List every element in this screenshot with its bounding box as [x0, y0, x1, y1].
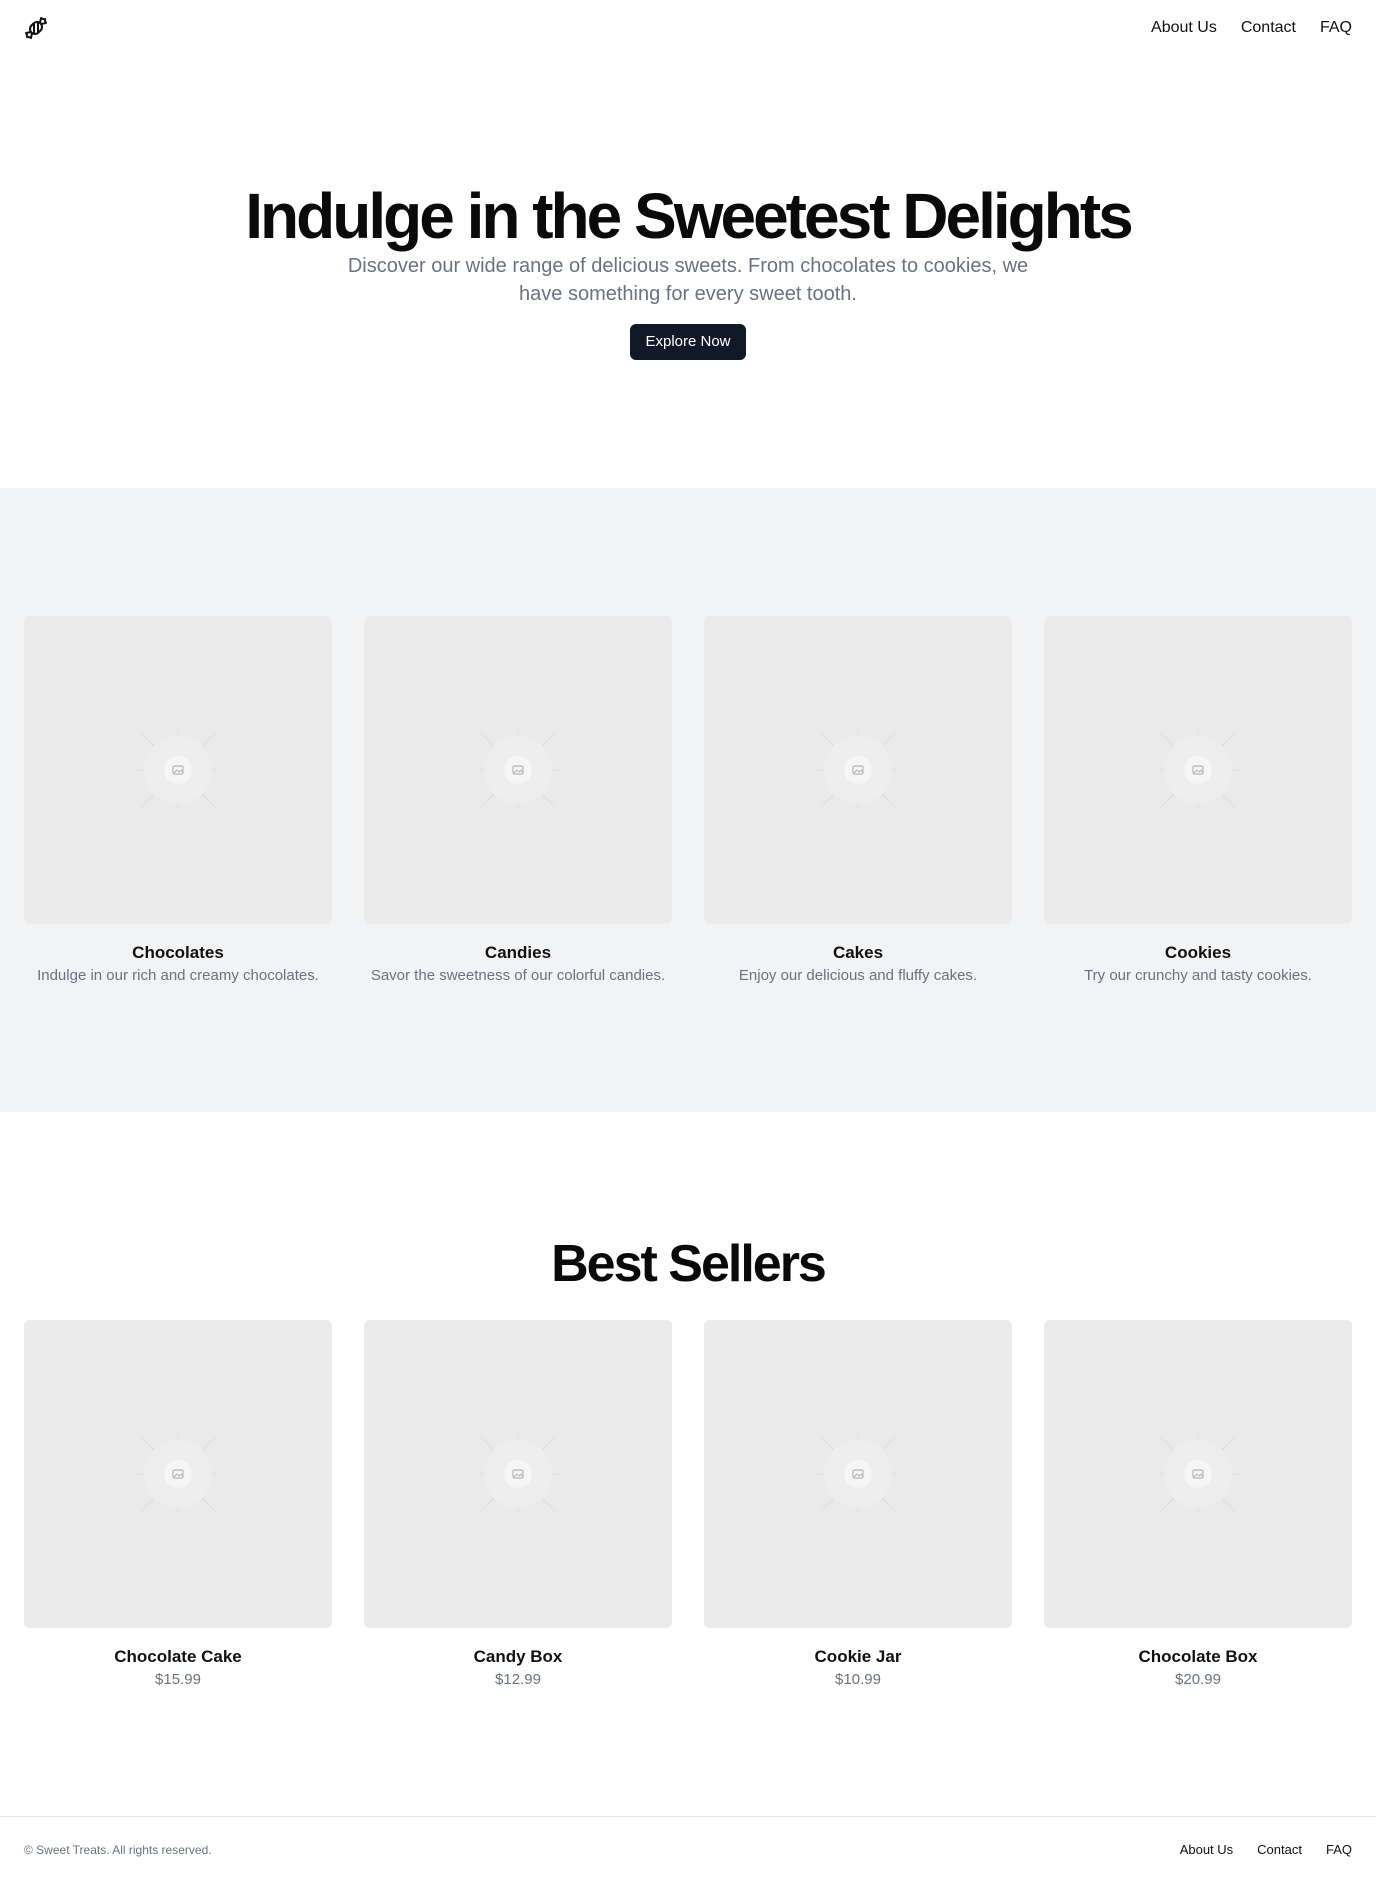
- product-name: Chocolate Box: [1138, 1647, 1258, 1666]
- nav-about-us[interactable]: About Us: [1151, 18, 1217, 38]
- category-description: Savor the sweetness of our colorful cand…: [370, 967, 666, 984]
- category-card-cakes[interactable]: Cakes Enjoy our delicious and fluffy cak…: [704, 616, 1012, 986]
- product-price: $20.99: [1175, 1671, 1221, 1688]
- image-placeholder: [364, 1320, 672, 1628]
- best-sellers-title: Best Sellers: [551, 1235, 827, 1293]
- category-card-candies[interactable]: Candies Savor the sweetness of our color…: [364, 616, 672, 986]
- product-name: Cookie Jar: [814, 1647, 902, 1666]
- site-header: About Us Contact FAQ: [0, 0, 1376, 56]
- category-card-cookies[interactable]: Cookies Try our crunchy and tasty cookie…: [1044, 616, 1352, 986]
- product-price: $15.99: [155, 1671, 201, 1688]
- image-placeholder: [704, 1320, 1012, 1628]
- image-placeholder: [364, 616, 672, 924]
- image-placeholder: [24, 616, 332, 924]
- product-card-cookie-jar[interactable]: Cookie Jar $10.99: [704, 1320, 1012, 1690]
- hero-title: Indulge in the Sweetest Delights: [245, 180, 1133, 252]
- categories-section: Chocolates Indulge in our rich and cream…: [0, 488, 1376, 1112]
- category-title: Candies: [484, 943, 552, 962]
- explore-now-button[interactable]: Explore Now: [630, 324, 746, 360]
- category-title: Chocolates: [132, 943, 224, 962]
- product-price: $10.99: [835, 1671, 881, 1688]
- category-description: Enjoy our delicious and fluffy cakes.: [738, 967, 978, 984]
- candy-logo-icon[interactable]: [24, 16, 48, 40]
- product-name: Candy Box: [473, 1647, 563, 1666]
- product-card-candy-box[interactable]: Candy Box $12.99: [364, 1320, 672, 1690]
- image-placeholder: [1044, 1320, 1352, 1628]
- main-nav: About Us Contact FAQ: [1151, 18, 1352, 38]
- nav-contact[interactable]: Contact: [1241, 18, 1296, 38]
- product-card-chocolate-cake[interactable]: Chocolate Cake $15.99: [24, 1320, 332, 1690]
- hero-subtitle: Discover our wide range of delicious swe…: [347, 255, 1029, 305]
- category-title: Cookies: [1164, 943, 1232, 962]
- category-title: Cakes: [832, 943, 884, 962]
- category-card-chocolates[interactable]: Chocolates Indulge in our rich and cream…: [24, 616, 332, 986]
- hero-section: Indulge in the Sweetest Delights Discove…: [0, 56, 1376, 488]
- category-description: Try our crunchy and tasty cookies.: [1084, 967, 1312, 984]
- product-name: Chocolate Cake: [114, 1647, 242, 1666]
- category-grid: Chocolates Indulge in our rich and cream…: [24, 616, 1352, 986]
- nav-faq[interactable]: FAQ: [1320, 18, 1352, 38]
- footer-nav-faq[interactable]: FAQ: [1326, 1841, 1352, 1859]
- copyright-text: © Sweet Treats. All rights reserved.: [24, 1843, 212, 1857]
- footer-nav: About Us Contact FAQ: [1180, 1841, 1352, 1859]
- footer-nav-about-us[interactable]: About Us: [1180, 1841, 1233, 1859]
- product-grid: Chocolate Cake $15.99 Candy Box $12.99 C…: [24, 1320, 1352, 1690]
- image-placeholder: [704, 616, 1012, 924]
- image-placeholder: [1044, 616, 1352, 924]
- category-description: Indulge in our rich and creamy chocolate…: [37, 967, 319, 984]
- site-footer: © Sweet Treats. All rights reserved. Abo…: [0, 1816, 1376, 1881]
- footer-nav-contact[interactable]: Contact: [1257, 1841, 1302, 1859]
- image-placeholder: [24, 1320, 332, 1628]
- product-card-chocolate-box[interactable]: Chocolate Box $20.99: [1044, 1320, 1352, 1690]
- product-price: $12.99: [495, 1671, 541, 1688]
